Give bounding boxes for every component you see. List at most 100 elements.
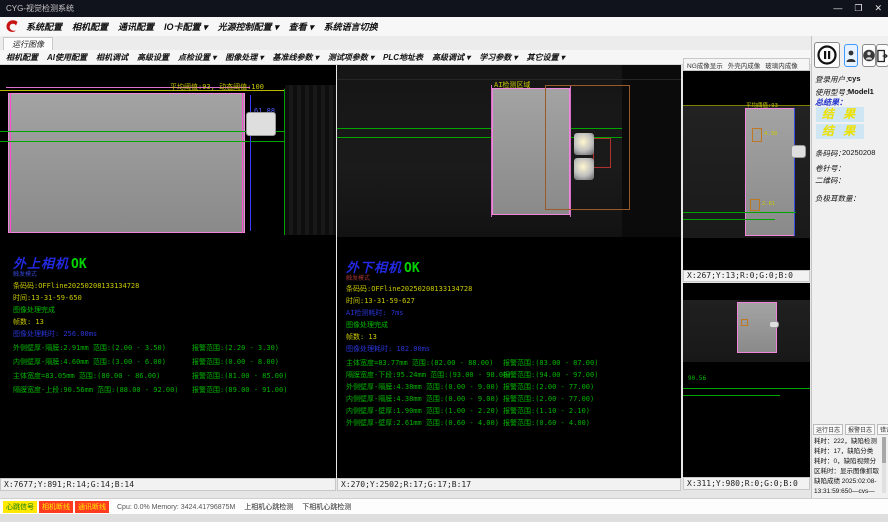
frame-count-label: 帧数: 13 [13,317,44,327]
measurement-row: 外侧壁厚-隔膜:4.38mm 范围:(0.00 - 9.00) 报警范围:(2.… [337,382,681,392]
menu-camera-config[interactable]: 相机配置 [72,20,108,33]
left-pixel-coords: X:7677;Y:891;R:14;G:14;B:14 [0,478,336,491]
tab-alarm-log[interactable]: 报警日志 [845,424,875,435]
tool-advanced-debug[interactable]: 高级调试 ▾ [432,52,470,63]
user-icon [846,49,856,63]
measurement-row: 隔膜宽度-上段:90.56mm 范围:(88.00 - 92.00) 报警范围:… [0,385,336,395]
background-texture [622,65,681,237]
tool-baseline-params[interactable]: 基准线参数 ▾ [273,52,319,63]
measurement-row: 内侧壁厚-隔膜:4.38mm 范围:(0.00 - 9.00) 报警范围:(2.… [337,394,681,404]
connector-part [791,145,806,158]
tab-error-log[interactable]: 错误日志 [877,424,888,435]
measurement-alarm: 报警范围:(94.00 - 97.00) [503,370,598,380]
tab-shell-image[interactable]: 外壳内成像 [728,60,761,70]
measure-cursor-line [794,108,795,236]
tool-ai-config[interactable]: AI使用配置 [47,52,87,63]
barcode-label: 条码码:OFFline20250208133134728 [346,284,472,294]
tool-spotcheck-settings[interactable]: 点检设置 ▾ [178,52,216,63]
tab-glass-image[interactable]: 玻璃内成像 [765,60,798,70]
trigger-mode-label: 触发模式 [346,273,370,282]
titlebar: CYG-视觉检测系统 — ❐ ✕ [0,0,888,17]
left-camera-view[interactable]: 平均阈值:93, 动态阈值:100 61.88 外上相机OK 触发模式 条码码:… [0,65,336,478]
edge-line [242,93,243,233]
tool-camera-config[interactable]: 相机配置 [6,52,38,63]
process-time-label: 图像处理耗时: 182.00ms [346,344,430,354]
product-region [8,93,245,233]
qr-code-label: 二维码： [815,175,845,186]
connector-part [769,321,779,328]
measure-line [683,219,775,220]
measurement-text: 外侧壁厚-隔膜:4.38mm 范围:(0.00 - 9.00) [346,382,499,392]
time-label: 时间:13-31-59-627 [346,296,415,306]
measurement-alarm: 报警范围:(81.00 - 85.00) [192,371,287,381]
measurement-text: 内侧壁厚-壁厚:1.90mm 范围:(1.00 - 2.20) [346,406,499,416]
measurement-text: 主体宽度=83.05mm 范围:(80.00 - 86.00) [13,371,160,381]
log-text: 耗时：222，缺陷检测耗时：17，缺陷分类耗时：0，缺陷视频分区耗时：显示图像抓… [814,437,879,493]
threshold-overlay: 平均阈值:93 [746,101,778,109]
menu-view[interactable]: 查看 ▾ [289,20,314,33]
tool-plc-address-table[interactable]: PLC地址表 [383,52,423,63]
tool-test-params[interactable]: 测试项参数 ▾ [328,52,374,63]
tool-image-processing[interactable]: 图像处理 ▾ [225,52,263,63]
login-user-value: cys [848,74,861,83]
measurement-text: 内侧壁厚-隔膜:4.38mm 范围:(0.00 - 9.00) [346,394,499,404]
small-bottom-pixel-coords: X:311;Y:980;R:0;G:0;B:0 [683,477,810,490]
tab-ng-image[interactable]: NG成像显示 [687,60,723,70]
tab-run-image[interactable]: 运行图像 [3,37,53,51]
measurement-text: 隔膜宽度-下段:95.24mm 范围:(93.00 - 98.00) [346,370,512,380]
small-bottom-camera-view[interactable]: 90.56 [683,283,810,477]
menubar: 系统配置 相机配置 通讯配置 IO卡配置 ▾ 光源控制配置 ▾ 查看 ▾ 系统语… [0,17,888,37]
lock-screen-button[interactable] [862,44,876,67]
measurement-text: 外侧壁厚-壁厚:2.61mm 范围:(0.60 - 4.00) [346,418,499,428]
tool-other-settings[interactable]: 其它设置 ▾ [527,52,565,63]
tab-row: 运行图像 [0,36,888,51]
cpu-memory-status: Cpu: 0.0% Memory: 3424.41796875M [117,504,235,511]
window-title: CYG-视觉检测系统 [6,3,74,14]
maximize-icon[interactable]: ❐ [854,2,862,14]
measure-line [683,395,780,396]
menu-system-config[interactable]: 系统配置 [26,20,62,33]
camera-status-badge: 相机断线 [39,501,73,513]
barcode-label: 条码码:OFFline20250208133134728 [13,281,139,291]
tool-advanced-settings[interactable]: 高级设置 [137,52,169,63]
reflection-highlight [574,158,594,180]
upper-camera-heartbeat: 上相机心跳检测 [244,502,293,512]
close-icon[interactable]: ✕ [874,2,882,14]
measurement-alarm: 报警范围:(83.00 - 87.00) [503,358,598,368]
measurement-row: 内侧壁厚-隔膜:4.60mm 范围:(3.00 - 6.00) 报警范围:(0.… [0,357,336,367]
log-scrollbar-thumb[interactable] [882,437,886,463]
process-status-label: 图像处理完成 [13,305,55,315]
measure-line [683,388,810,389]
center-camera-view[interactable]: AI检测区域 外下相机OK 触发模式 条码码:OFFline2025020813… [337,65,681,478]
menu-comm-config[interactable]: 通讯配置 [118,20,154,33]
small-view-tabs: NG成像显示 外壳内成像 玻璃内成像 [683,58,810,71]
small-top-camera-view[interactable]: 平均阈值:93 4.38 2.61 [683,71,810,270]
pause-button[interactable] [814,42,840,68]
frame-count-label: 帧数: 13 [346,332,377,342]
process-time-label: 图像处理耗时: 256.00ms [13,329,97,339]
tool-learning-params[interactable]: 学习参数 ▾ [479,52,517,63]
barcode-field-label: 条码码： [815,148,845,159]
defect-roi-box [750,199,760,211]
menu-light-config[interactable]: 光源控制配置 ▾ [218,20,279,33]
threshold-overlay: 平均阈值:93, 动态阈值:100 [170,82,264,92]
roi-value-overlay: 2.61 [762,201,775,207]
menu-io-config[interactable]: IO卡配置 ▾ [164,20,208,33]
log-tabs: 运行日志 报警日志 错误日志 [813,424,887,435]
window-edge [0,514,888,522]
tab-run-log[interactable]: 运行日志 [813,424,843,435]
log-scrollbar[interactable] [882,437,886,493]
exit-door-icon [877,49,888,63]
tool-camera-debug[interactable]: 相机调试 [96,52,128,63]
measurement-text: 隔膜宽度-上段:90.56mm 范围:(88.00 - 92.00) [13,385,179,395]
edge-line [10,93,11,233]
user-login-button[interactable] [844,44,858,67]
measurement-row: 外侧壁厚-隔膜:2.91mm 范围:(2.00 - 3.50) 报警范围:(2.… [0,343,336,353]
lower-camera-heartbeat: 下相机心跳检测 [302,502,351,512]
exit-button[interactable] [876,44,888,67]
measurement-row: 主体宽度=83.77mm 范围:(82.00 - 88.00) 报警范围:(83… [337,358,681,368]
heartbeat-status-badge: 心跳信号 [3,501,37,513]
menu-language-switch[interactable]: 系统语言切换 [324,20,378,33]
minimize-icon[interactable]: — [833,2,842,14]
login-user-label: 登录用户： [815,74,853,85]
